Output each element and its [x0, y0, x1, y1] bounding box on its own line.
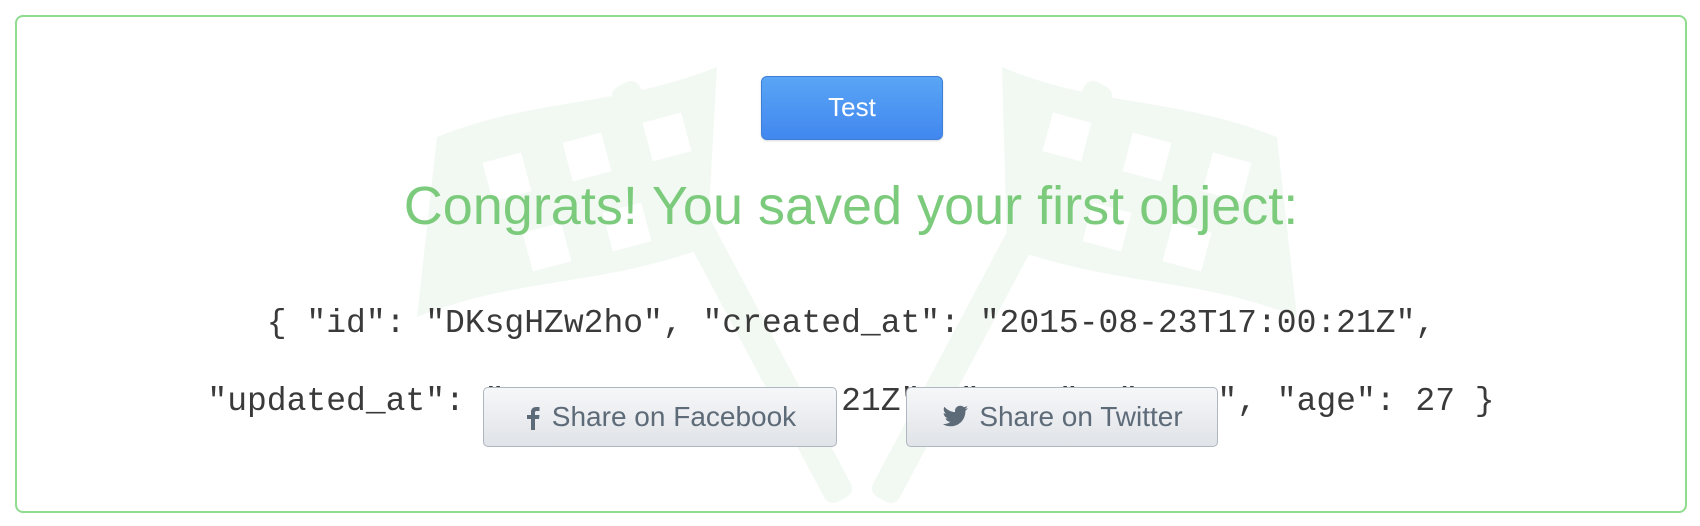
share-facebook-button[interactable]: Share on Facebook [483, 387, 837, 447]
share-twitter-label: Share on Twitter [979, 401, 1183, 432]
twitter-icon [941, 405, 969, 429]
test-button[interactable]: Test [761, 76, 943, 140]
share-facebook-label: Share on Facebook [551, 401, 797, 432]
saved-object-json: { "id": "DKsgHZw2ho", "created_at": "201… [47, 265, 1655, 460]
saved-object-line-2: "updated_at": "2015-08-23T17:00:21Z", "n… [207, 383, 1495, 420]
saved-object-line-1: { "id": "DKsgHZw2ho", "created_at": "201… [266, 305, 1436, 342]
success-panel: Test Congrats! You saved your first obje… [15, 15, 1687, 513]
facebook-icon [524, 403, 542, 431]
congrats-heading: Congrats! You saved your first object: [403, 176, 1299, 236]
share-twitter-button[interactable]: Share on Twitter [906, 387, 1218, 447]
